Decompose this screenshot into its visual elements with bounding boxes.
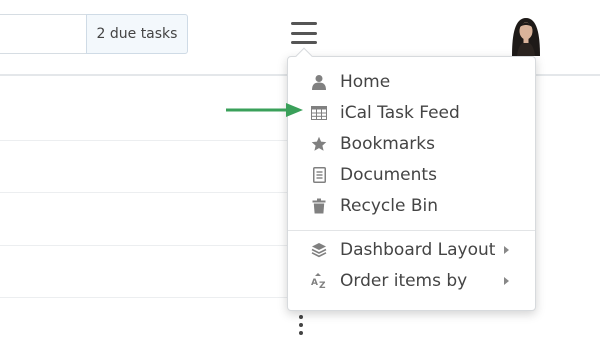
trash-icon — [310, 197, 328, 215]
menu-item-bookmarks[interactable]: Bookmarks — [288, 129, 535, 159]
list-row-divider — [0, 140, 290, 141]
menu-item-label: iCal Task Feed — [340, 103, 460, 123]
list-row-divider — [0, 245, 290, 246]
submenu-arrow-icon — [504, 246, 509, 254]
submenu-arrow-icon — [504, 277, 509, 285]
list-row-divider — [0, 192, 290, 193]
list-row-divider — [0, 297, 290, 298]
menu-item-label: Bookmarks — [340, 134, 435, 154]
menu-item-home[interactable]: Home — [288, 67, 535, 97]
svg-text:Z: Z — [319, 281, 326, 290]
menu-item-dashboard-layout[interactable]: Dashboard Layout — [288, 235, 535, 265]
search-input[interactable] — [0, 14, 88, 54]
layers-icon — [310, 241, 328, 259]
menu-caret — [295, 47, 313, 65]
menu-item-label: Documents — [340, 165, 437, 185]
menu-item-label: Home — [340, 72, 391, 92]
due-tasks-badge[interactable]: 2 due tasks — [86, 14, 188, 54]
avatar[interactable] — [506, 12, 546, 56]
menu-item-order-items-by[interactable]: AZ Order items by — [288, 266, 535, 296]
svg-text:A: A — [311, 278, 318, 288]
menu-item-ical-task-feed[interactable]: iCal Task Feed — [288, 98, 535, 128]
menu-item-label: Recycle Bin — [340, 196, 439, 216]
star-icon — [310, 135, 328, 153]
calendar-grid-icon — [310, 104, 328, 122]
dropdown-menu: Home iCal Task Feed Bookmarks Documents … — [287, 47, 536, 311]
menu-item-label: Order items by — [340, 271, 468, 291]
hamburger-menu-icon[interactable] — [291, 22, 317, 44]
menu-divider — [288, 230, 535, 231]
user-icon — [310, 73, 328, 91]
menu-item-recycle-bin[interactable]: Recycle Bin — [288, 191, 535, 221]
more-options-icon[interactable] — [298, 315, 304, 335]
menu-item-label: Dashboard Layout — [340, 240, 496, 260]
menu-item-documents[interactable]: Documents — [288, 160, 535, 190]
sort-az-icon: AZ — [310, 272, 328, 290]
annotation-arrow-icon — [226, 103, 303, 117]
document-icon — [310, 166, 328, 184]
